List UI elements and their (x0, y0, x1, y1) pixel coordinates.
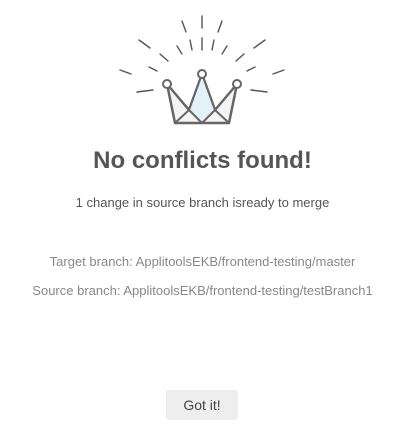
source-branch-name: ApplitoolsEKB/frontend-testing/testBranc… (123, 283, 373, 298)
merge-status-dialog: No conflicts found! 1 change in source b… (0, 0, 405, 430)
source-branch-info: Source branch: ApplitoolsEKB/frontend-te… (0, 282, 405, 300)
merge-summary: 1 change in source branch isready to mer… (75, 195, 330, 210)
target-branch-info: Target branch: ApplitoolsEKB/frontend-te… (0, 253, 405, 271)
got-it-button[interactable]: Got it! (166, 390, 238, 420)
target-branch-name: ApplitoolsEKB/frontend-testing/master (135, 254, 356, 269)
crown-icon (119, 15, 285, 125)
source-branch-label: Source branch: (32, 283, 121, 298)
target-branch-label: Target branch: (49, 254, 133, 269)
dialog-title: No conflicts found! (93, 147, 312, 174)
